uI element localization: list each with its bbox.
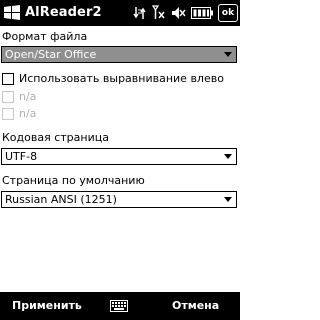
softkey-bar: Применить Отмена [0, 292, 240, 320]
default-page-dropdown[interactable]: Russian ANSI (1251) [1, 191, 237, 208]
chevron-down-icon [224, 52, 232, 57]
align-left-label: Использовать выравнивание влево [19, 72, 224, 85]
na-option-2-label: n/a [19, 107, 37, 120]
status-icons: ok [133, 3, 238, 23]
default-page-value: Russian ANSI (1251) [5, 193, 117, 206]
windows-logo-icon[interactable] [3, 4, 21, 22]
code-page-dropdown[interactable]: UTF-8 [1, 148, 237, 165]
default-page-label: Страница по умолчанию [2, 174, 145, 187]
app-title: AlReader2 [25, 5, 102, 20]
code-page-label: Кодовая страница [2, 131, 109, 144]
na-option-1-row: n/a [2, 90, 102, 105]
ok-button[interactable]: ok [218, 4, 238, 22]
na-option-2-row: n/a [2, 107, 102, 122]
align-left-checkbox[interactable] [2, 73, 14, 85]
na-option-2-checkbox [2, 108, 14, 120]
file-format-value: Open/Star Office [5, 48, 97, 61]
code-page-value: UTF-8 [5, 150, 38, 163]
keyboard-icon[interactable] [110, 300, 128, 312]
title-bar: AlReader2 ok [0, 0, 240, 26]
apply-button[interactable]: Применить [12, 299, 82, 312]
cancel-button[interactable]: Отмена [172, 299, 219, 312]
battery-icon[interactable] [191, 7, 213, 19]
chevron-down-icon [224, 197, 232, 202]
chevron-down-icon [224, 154, 232, 159]
data-transfer-icon [133, 7, 146, 19]
signal-off-icon [152, 5, 165, 19]
speaker-muted-icon[interactable] [171, 5, 186, 21]
file-format-label: Формат файла [2, 30, 88, 43]
align-left-checkbox-row[interactable]: Использовать выравнивание влево [2, 72, 238, 87]
na-option-1-checkbox [2, 91, 14, 103]
na-option-1-label: n/a [19, 90, 37, 103]
file-format-dropdown[interactable]: Open/Star Office [1, 46, 237, 63]
